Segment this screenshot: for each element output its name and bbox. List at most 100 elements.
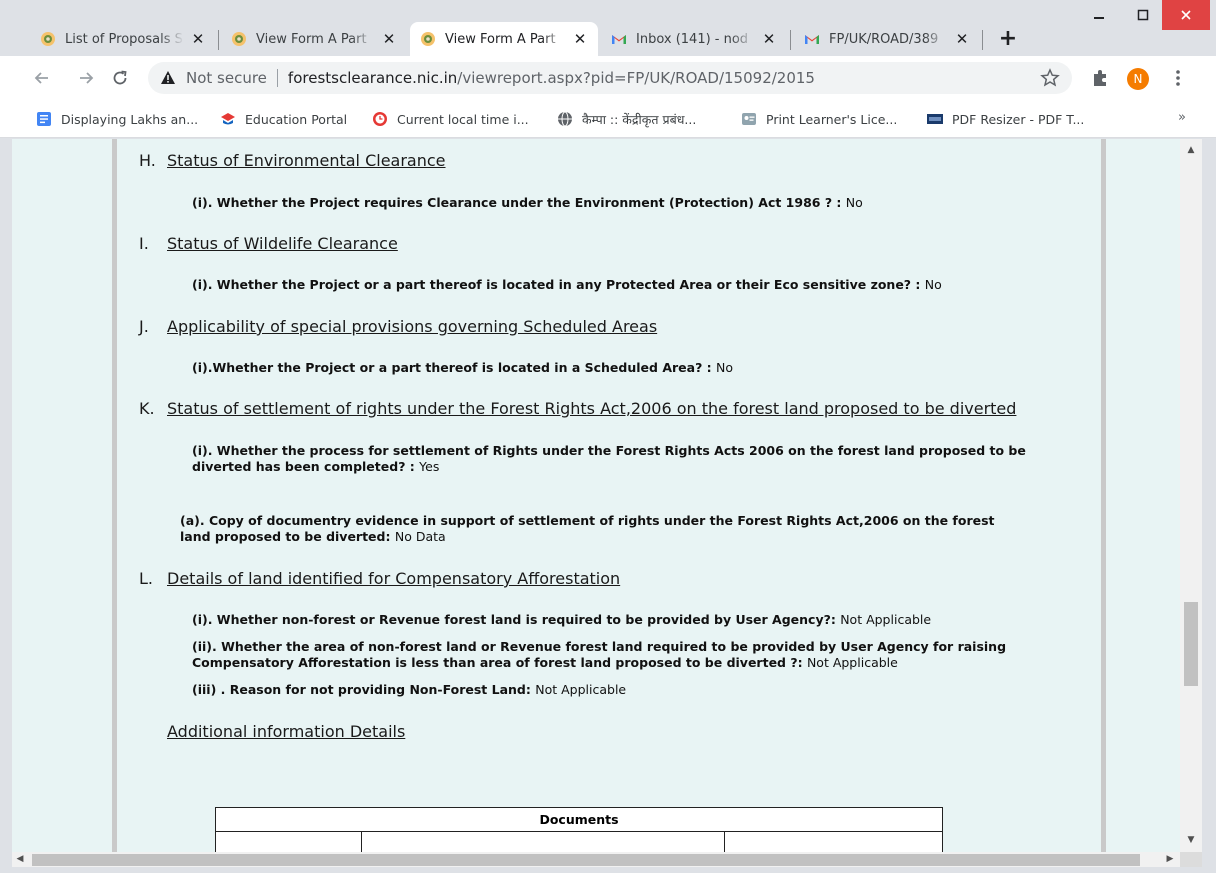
tab-separator bbox=[218, 30, 219, 50]
forward-button[interactable] bbox=[74, 66, 98, 90]
scroll-up-arrow-icon[interactable]: ▲ bbox=[1180, 141, 1202, 159]
tab-title: FP/UK/ROAD/389 bbox=[829, 31, 939, 47]
horizontal-scroll-thumb[interactable] bbox=[32, 854, 1140, 866]
answer-value: No bbox=[845, 195, 863, 210]
documents-table: Documents bbox=[215, 807, 943, 852]
window-frame-bottom bbox=[0, 867, 1216, 873]
vertical-scroll-thumb[interactable] bbox=[1184, 602, 1198, 686]
table-cell bbox=[724, 831, 943, 852]
question-protected-area: (i). Whether the Project or a part there… bbox=[192, 277, 942, 292]
bookmark-label: Displaying Lakhs an... bbox=[61, 111, 199, 127]
tab-gmail-inbox[interactable]: Inbox (141) - nod ✕ bbox=[601, 22, 787, 56]
question-settlement-completed: (i). Whether the process for settlement … bbox=[192, 443, 1026, 474]
bookmark-education-portal[interactable]: Education Portal bbox=[220, 109, 347, 129]
not-secure-label[interactable]: Not secure bbox=[186, 69, 267, 87]
section-heading-scheduled-areas: J. Applicability of special provisions go… bbox=[139, 317, 658, 336]
globe-icon bbox=[558, 111, 572, 127]
bookmarks-overflow-button[interactable]: » bbox=[1178, 110, 1186, 125]
tab-gmail-fp-uk-road[interactable]: FP/UK/ROAD/389 ✕ bbox=[794, 22, 980, 56]
close-tab-icon[interactable]: ✕ bbox=[761, 31, 777, 47]
bookmark-campa[interactable]: कैम्पा :: केंद्रीकृत प्रबंध... bbox=[557, 109, 696, 129]
minimize-icon bbox=[1094, 17, 1104, 19]
answer-value: Not Applicable bbox=[806, 655, 898, 670]
reload-button[interactable] bbox=[108, 66, 132, 90]
close-tab-icon[interactable]: ✕ bbox=[572, 31, 588, 47]
horizontal-scrollbar[interactable]: ◀ ▶ bbox=[12, 852, 1180, 867]
question-area-comparison: (ii). Whether the area of non-forest lan… bbox=[192, 639, 1007, 670]
window-close-button[interactable] bbox=[1162, 0, 1210, 30]
bookmark-current-local-time[interactable]: Current local time i... bbox=[372, 109, 529, 129]
answer-value: No bbox=[716, 360, 734, 375]
bookmark-print-learners-licence[interactable]: Print Learner's Lice... bbox=[741, 109, 897, 129]
scroll-down-arrow-icon[interactable]: ▼ bbox=[1180, 831, 1202, 849]
emblem-favicon-icon bbox=[421, 32, 435, 46]
close-tab-icon[interactable]: ✕ bbox=[381, 31, 397, 47]
education-icon bbox=[221, 113, 235, 125]
warning-triangle-icon bbox=[161, 71, 175, 84]
tab-view-form-a-part-active[interactable]: View Form A Part ✕ bbox=[410, 22, 598, 56]
back-button[interactable] bbox=[30, 66, 54, 90]
tab-title: View Form A Part bbox=[256, 31, 367, 47]
gmail-icon bbox=[612, 35, 626, 44]
close-tab-icon[interactable]: ✕ bbox=[190, 31, 206, 47]
bookmark-label: Education Portal bbox=[245, 111, 348, 127]
scroll-left-arrow-icon[interactable]: ◀ bbox=[12, 852, 28, 867]
tab-title: View Form A Part bbox=[445, 31, 556, 47]
answer-value: Not Applicable bbox=[840, 612, 932, 627]
emblem-favicon-icon bbox=[41, 32, 55, 46]
tab-list-of-proposals[interactable]: List of Proposals S ✕ bbox=[30, 22, 216, 56]
window-frame-left bbox=[0, 139, 12, 873]
maximize-button[interactable] bbox=[1120, 0, 1166, 30]
bookmark-star-icon[interactable] bbox=[1040, 68, 1060, 88]
tab-title: List of Proposals S bbox=[65, 31, 183, 47]
section-heading-forest-rights: K. Status of settlement of rights under t… bbox=[139, 399, 1017, 418]
emblem-favicon-icon bbox=[232, 32, 246, 46]
close-tab-icon[interactable]: ✕ bbox=[954, 31, 970, 47]
section-heading-environmental-clearance: H. Status of Environmental Clearance bbox=[139, 151, 446, 170]
bookmark-pdf-resizer[interactable]: PDF Resizer - PDF T... bbox=[927, 109, 1084, 129]
tab-view-form-a-part-1[interactable]: View Form A Part ✕ bbox=[221, 22, 407, 56]
bookmarks-bar: Displaying Lakhs an... Education Portal … bbox=[0, 100, 1216, 138]
answer-value: Not Applicable bbox=[535, 682, 627, 697]
address-bar[interactable]: Not secure forestsclearance.nic.in/viewr… bbox=[148, 62, 1072, 94]
browser-toolbar: Not secure forestsclearance.nic.in/viewr… bbox=[0, 56, 1216, 100]
bookmark-label: Current local time i... bbox=[397, 111, 529, 127]
additional-information-details-link[interactable]: Additional information Details bbox=[167, 722, 405, 741]
section-heading-wildlife-clearance: I. Status of Wildelife Clearance bbox=[139, 234, 398, 253]
address-divider bbox=[276, 69, 278, 87]
answer-value: No bbox=[924, 277, 942, 292]
page-viewport: H. Status of Environmental Clearance (i).… bbox=[12, 139, 1180, 852]
url-host: forestsclearance.nic.in bbox=[287, 69, 458, 87]
vertical-dots-icon bbox=[1176, 70, 1180, 86]
pdf-icon bbox=[927, 114, 943, 124]
reload-icon bbox=[113, 70, 127, 85]
close-icon bbox=[1181, 10, 1191, 20]
maximize-icon bbox=[1137, 9, 1149, 21]
answer-value: Yes bbox=[419, 459, 440, 474]
tab-strip: List of Proposals S ✕ View Form A Part ✕… bbox=[0, 0, 1216, 62]
browser-menu-button[interactable] bbox=[1170, 66, 1186, 90]
tab-title: Inbox (141) - nod bbox=[636, 31, 749, 47]
extensions-puzzle-icon[interactable] bbox=[1090, 68, 1110, 88]
profile-avatar[interactable]: N bbox=[1127, 68, 1149, 90]
bookmark-displaying-lakhs[interactable]: Displaying Lakhs an... bbox=[36, 109, 198, 129]
gmail-icon bbox=[805, 35, 819, 44]
url-path: /viewreport.aspx?pid=FP/UK/ROAD/15092/20… bbox=[457, 69, 815, 87]
answer-value: No Data bbox=[394, 529, 446, 544]
scroll-right-arrow-icon[interactable]: ▶ bbox=[1162, 852, 1178, 867]
clock-icon bbox=[373, 112, 387, 126]
question-scheduled-area: (i).Whether the Project or a part thereo… bbox=[192, 360, 734, 375]
question-documentary-evidence: (a). Copy of documentry evidence in supp… bbox=[180, 513, 995, 544]
report-panel: H. Status of Environmental Clearance (i).… bbox=[112, 139, 1106, 852]
minimize-button[interactable] bbox=[1076, 0, 1122, 30]
section-heading-compensatory-afforestation: L. Details of land identified for Compens… bbox=[139, 569, 621, 588]
tab-separator bbox=[790, 30, 791, 50]
back-arrow-icon bbox=[34, 72, 48, 84]
vertical-scrollbar[interactable]: ▲ ▼ bbox=[1180, 139, 1202, 852]
scrollbar-corner bbox=[1180, 852, 1202, 867]
new-tab-button[interactable]: + bbox=[996, 28, 1020, 52]
doc-blue-icon bbox=[37, 112, 51, 126]
forward-arrow-icon bbox=[80, 72, 94, 84]
table-row bbox=[215, 831, 943, 852]
bookmark-label: PDF Resizer - PDF T... bbox=[952, 111, 1085, 127]
